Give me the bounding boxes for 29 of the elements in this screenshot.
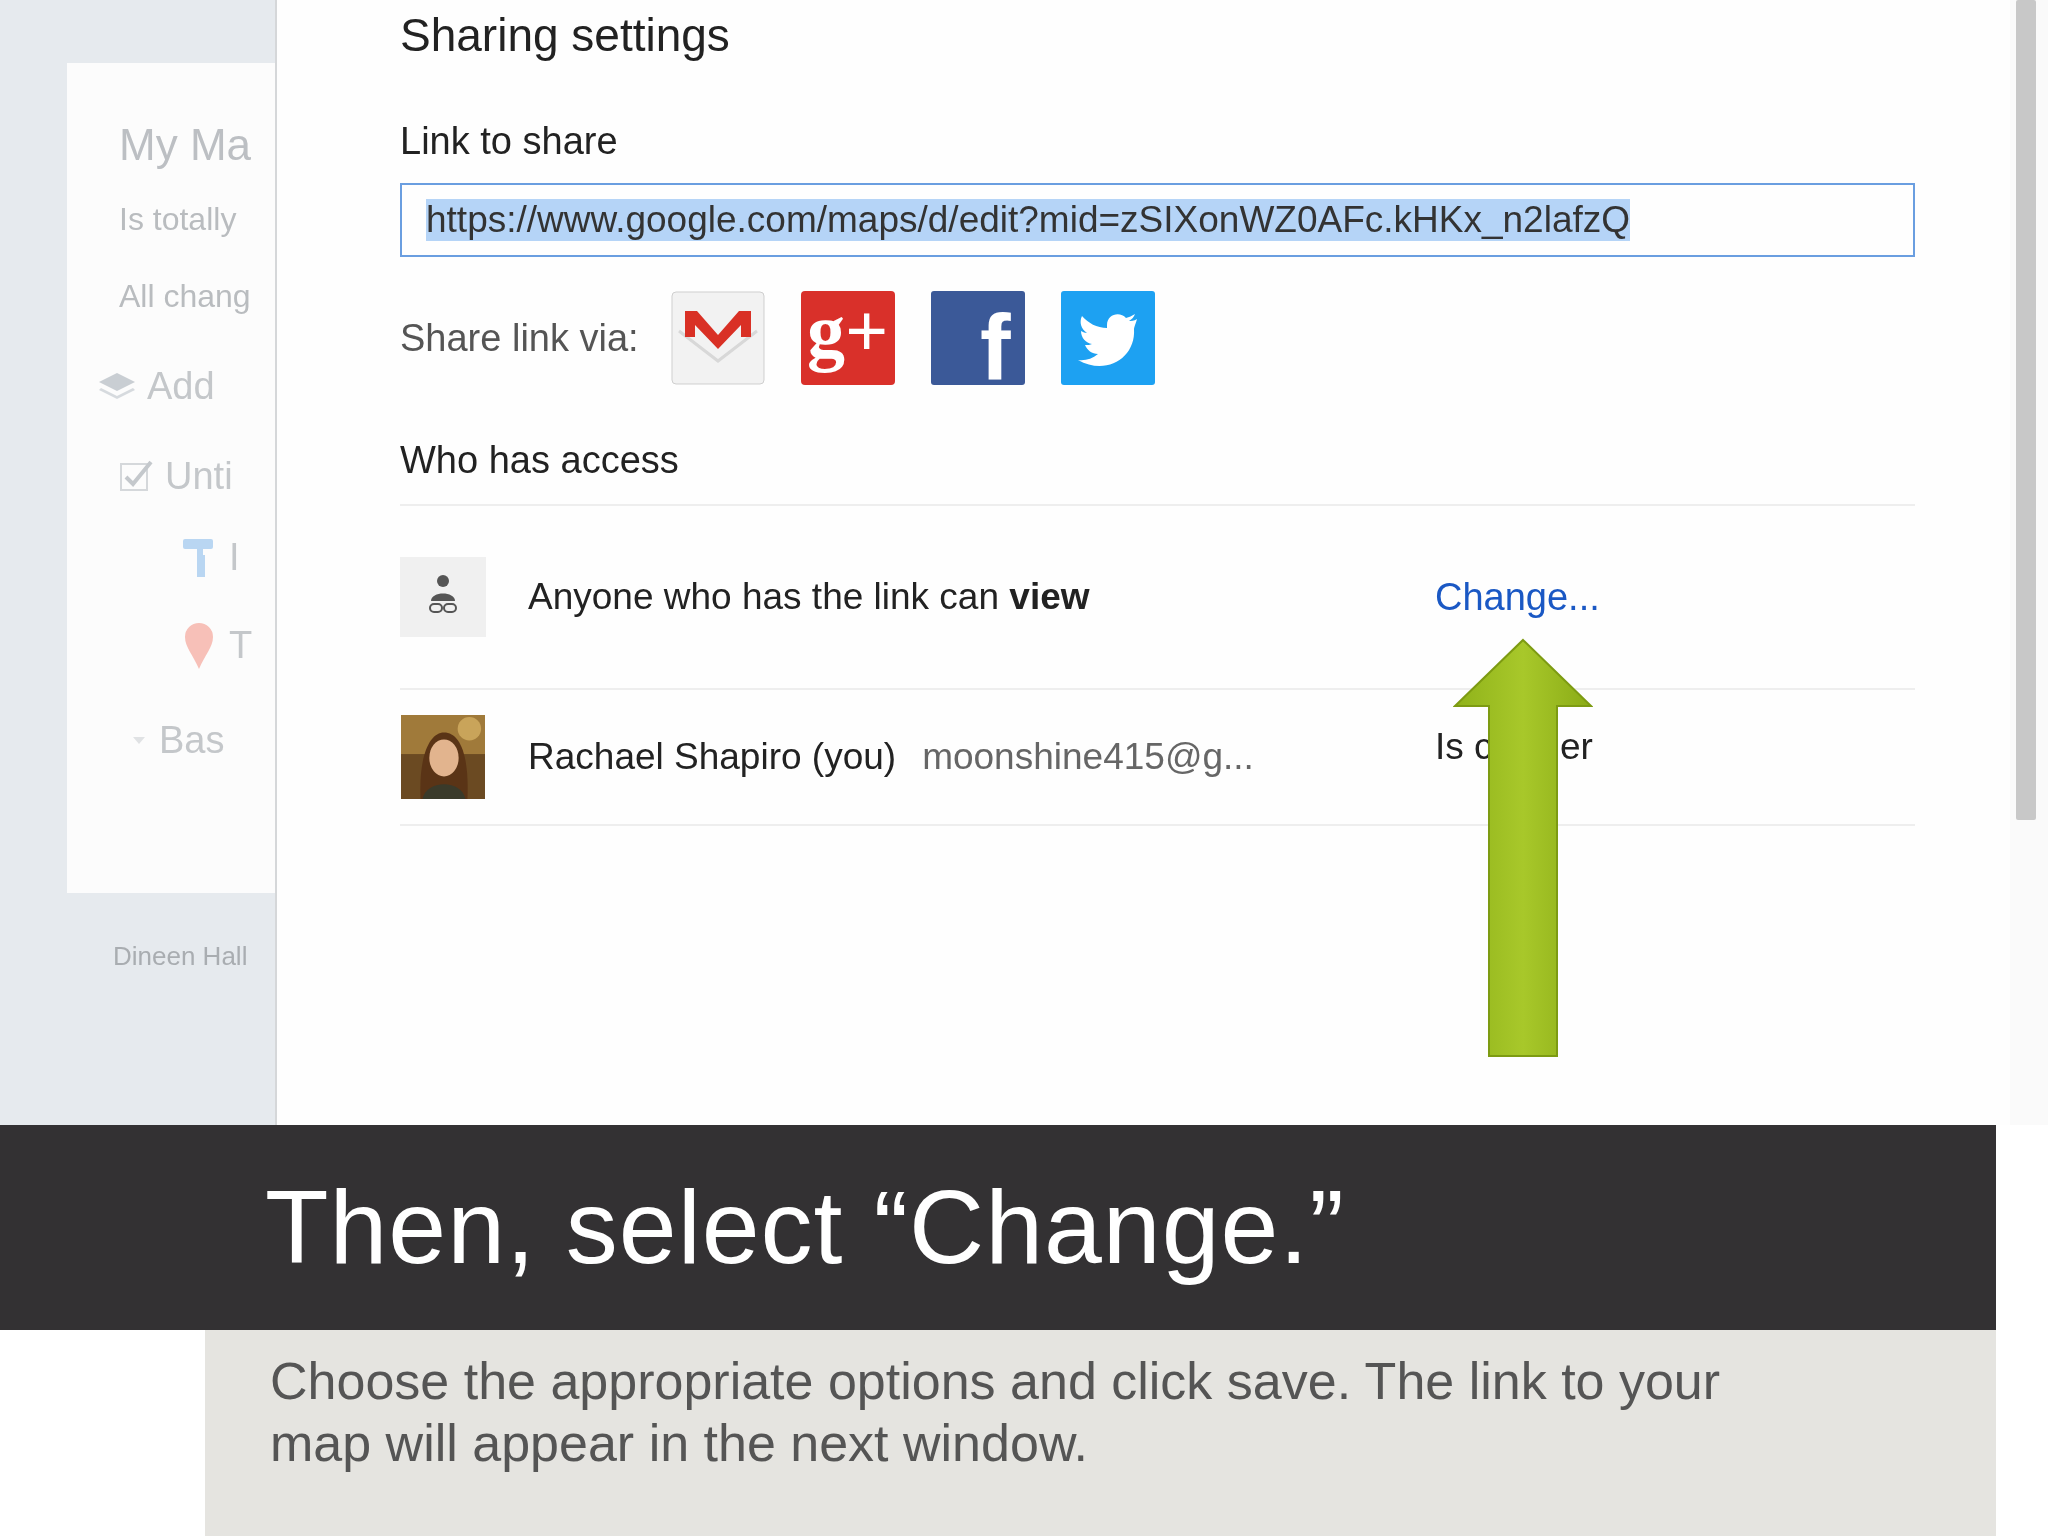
slide-caption: Choose the appropriate options and click save. The link to your map will appear in the next window.: [270, 1351, 1722, 1474]
layer-item-label: T: [229, 626, 253, 664]
mail-icon[interactable]: [670, 291, 765, 385]
bird-icon[interactable]: [1060, 291, 1155, 385]
change-link[interactable]: Change...: [1435, 575, 1600, 619]
link-text: https://www.google.com/maps/d/edit?mid=zSIXonWZ0AFc.kHKx_n2lafzQ: [426, 199, 1631, 241]
link-field[interactable]: https://www.google.com/maps/d/edit?mid=zSIXonWZ0AFc.kHKx_n2lafzQ: [400, 183, 1915, 257]
google-plus-icon[interactable]: g+: [800, 291, 895, 385]
scrollbar[interactable]: [2016, 0, 2036, 820]
slide-title: Then, select “Change.”: [265, 1168, 1345, 1287]
checkbox[interactable]: [119, 458, 155, 494]
save-status: All chang: [119, 278, 252, 315]
person-email: moonshine415@g...: [922, 736, 1254, 778]
dialog-title: Sharing settings: [400, 8, 731, 62]
layer-name: Unti: [165, 457, 233, 495]
share-label: Share link via:: [400, 316, 639, 360]
access-heading: Who has access: [400, 439, 680, 482]
footer-text: Dineen Hall: [113, 941, 249, 972]
person-name: Rachael Shapiro (you): [528, 736, 897, 778]
layer-item-label: I: [229, 538, 240, 576]
map-title: My Ma: [119, 123, 252, 167]
role-text: er: [1560, 726, 1593, 768]
base-map-label: Bas: [159, 721, 225, 759]
link-person-icon: [400, 555, 486, 639]
map-description: Is totally: [119, 201, 238, 238]
facebook-icon[interactable]: f: [930, 291, 1025, 385]
link-label: Link to share: [400, 120, 619, 163]
access-description: Anyone who has the link can view: [528, 576, 1090, 618]
layers-icon: [97, 371, 137, 401]
